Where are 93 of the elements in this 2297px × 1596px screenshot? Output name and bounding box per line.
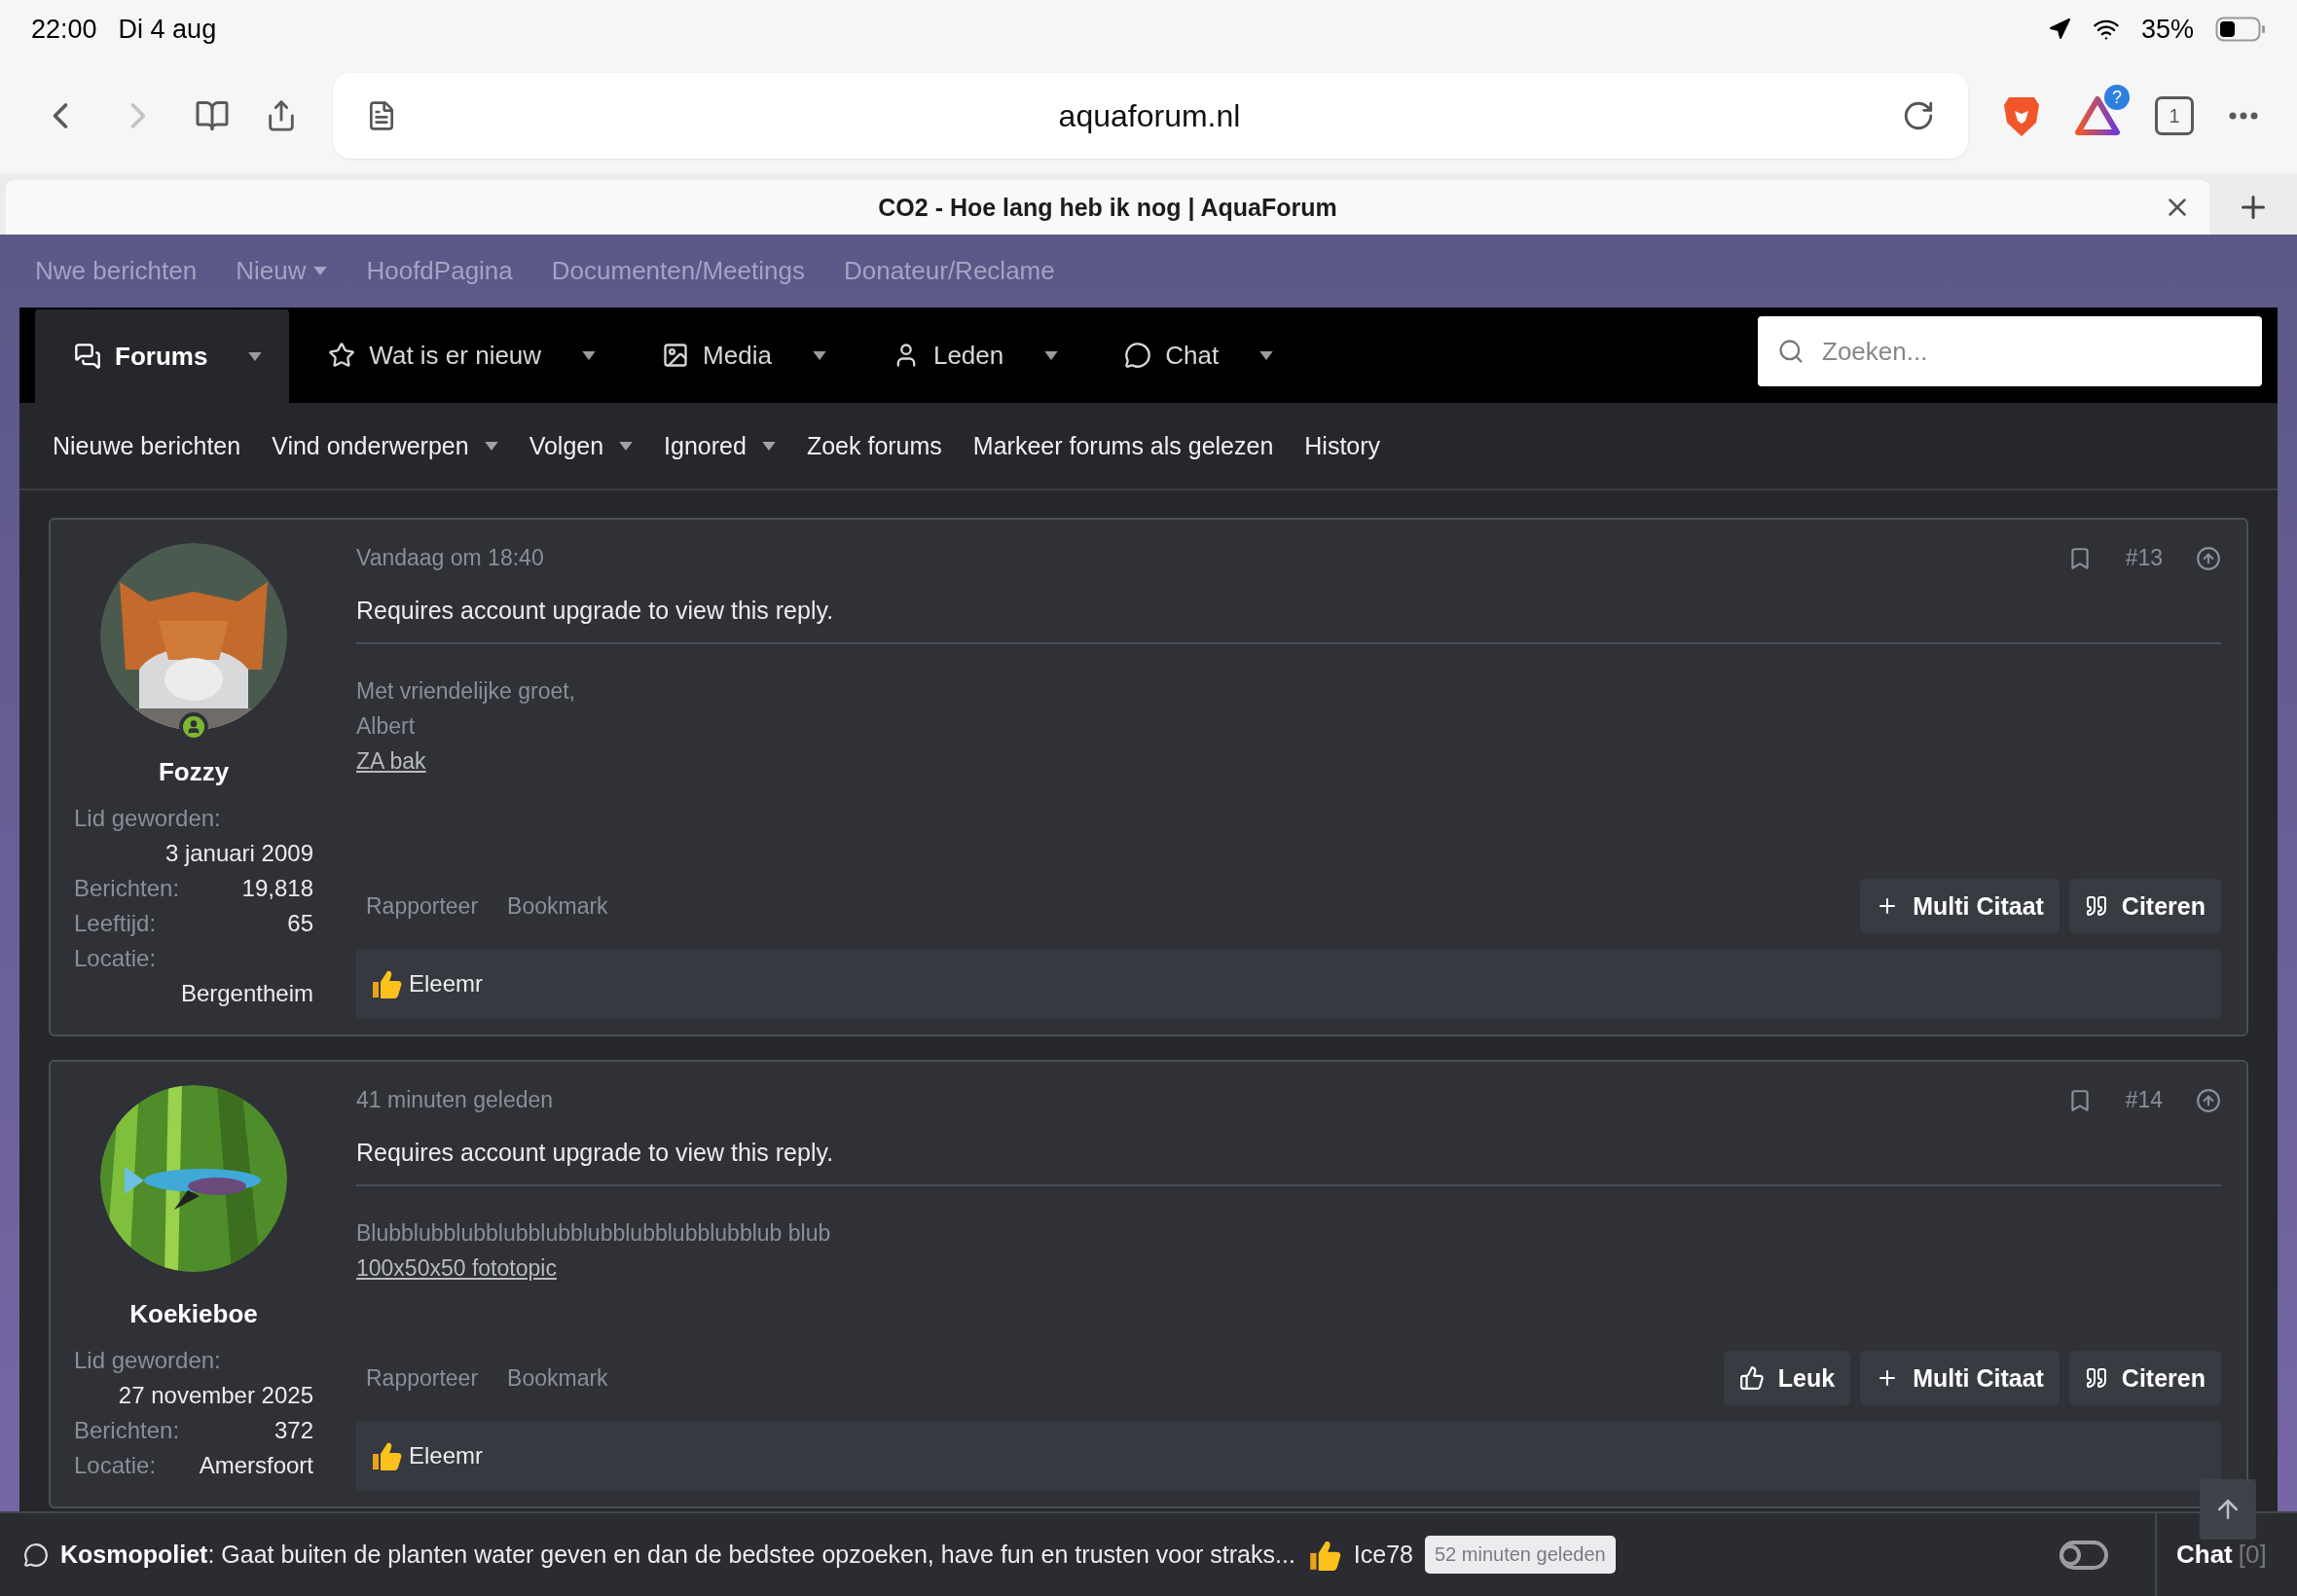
sub-nav-link[interactable]: Vind onderwerpen: [272, 431, 498, 460]
stat-value: Amersfoort: [199, 1451, 313, 1480]
username[interactable]: Fozzy: [74, 757, 313, 787]
post-action-link[interactable]: Rapporteer: [356, 1364, 489, 1392]
more-button[interactable]: [2229, 112, 2258, 120]
notification-badge: ?: [2104, 85, 2130, 110]
arrow-up-circle-icon[interactable]: [2196, 545, 2221, 571]
stat-label: Berichten:: [74, 1416, 180, 1445]
stat-value: 3 januari 2009: [164, 839, 313, 868]
chat-title[interactable]: Chat: [2176, 1540, 2233, 1570]
caret-icon: [1044, 350, 1059, 360]
toggle-switch[interactable]: [2060, 1540, 2108, 1570]
post-date: 41 minuten geleden: [356, 1087, 555, 1113]
caret-icon: [812, 350, 826, 360]
nav-tab[interactable]: Forums: [35, 309, 290, 403]
post-action-button[interactable]: Citeren: [2068, 1351, 2221, 1405]
nav-tab[interactable]: Leden: [853, 308, 1086, 403]
caret-icon: [484, 441, 498, 451]
sub-nav-link[interactable]: Markeer forums als gelezen: [972, 431, 1274, 460]
bookmarks-button[interactable]: [195, 98, 230, 133]
caret-icon: [313, 267, 328, 275]
browser-tab[interactable]: CO2 - Hoe lang heb ik nog | AquaForum: [6, 180, 2209, 235]
stat-label: Leeftijd:: [74, 909, 157, 938]
caret-icon: [1259, 350, 1274, 360]
battery-percentage: 35%: [2140, 14, 2194, 45]
nav-tab[interactable]: Wat is er nieuw: [289, 308, 624, 403]
caret-icon: [761, 441, 776, 451]
post-message: Requires account upgrade to view this reply.: [356, 597, 835, 625]
quote-icon: [2084, 1366, 2108, 1390]
nav-tab[interactable]: Chat: [1085, 308, 1301, 403]
quote-icon: [2084, 894, 2108, 918]
stat-label: Lid geworden:: [74, 1346, 222, 1375]
sub-nav-link[interactable]: Nieuwe berichten: [53, 431, 241, 460]
post-action-link[interactable]: Rapporteer: [356, 892, 489, 920]
signature-link[interactable]: 100x50x50 fototopic: [356, 1251, 557, 1286]
tabs-button[interactable]: 1: [2155, 96, 2194, 135]
thumbs-up-icon: [1738, 1365, 1765, 1391]
post-message: Requires account upgrade to view this reply.: [356, 1139, 835, 1167]
post-number[interactable]: #13: [2125, 545, 2163, 571]
stat-label: Locatie:: [74, 944, 158, 973]
status-time: 22:00: [31, 14, 97, 45]
more-icon: [2229, 112, 2258, 120]
battery-icon: [2215, 17, 2266, 42]
post-number[interactable]: #14: [2125, 1087, 2163, 1113]
post-action-link[interactable]: Bookmark: [497, 1364, 618, 1392]
signature-text: Met vriendelijke groet,: [356, 677, 576, 706]
signature-link[interactable]: ZA bak: [356, 744, 426, 779]
chat-count: [0]: [2238, 1540, 2267, 1570]
stat-label: Locatie:: [74, 1451, 157, 1480]
stat-label: Lid geworden:: [74, 804, 222, 833]
caret-icon: [248, 351, 263, 361]
stat-value: Bergentheim: [179, 979, 313, 1008]
sub-nav-link[interactable]: Ignored: [664, 431, 776, 460]
stat-value: 65: [287, 909, 313, 938]
reaction-user[interactable]: Eleemr: [409, 970, 484, 998]
location-icon: [2047, 18, 2071, 41]
scroll-to-top-button[interactable]: [2200, 1479, 2256, 1540]
sub-nav-link[interactable]: History: [1304, 431, 1381, 460]
time-badge: 52 minuten geleden: [1425, 1536, 1616, 1574]
stat-value: 372: [273, 1416, 313, 1445]
star-icon: [328, 342, 356, 369]
arrow-up-circle-icon[interactable]: [2196, 1087, 2221, 1113]
post-action-link[interactable]: Bookmark: [497, 892, 618, 920]
signature-text: Albert: [356, 712, 417, 741]
status-date: Di 4 aug: [118, 14, 217, 45]
post-date: Vandaag om 18:40: [356, 545, 545, 571]
post-action-button[interactable]: Multi Citaat: [1860, 1351, 2060, 1405]
post-action-button[interactable]: Citeren: [2068, 879, 2221, 933]
address-bar[interactable]: aquaforum.nl: [333, 73, 1968, 159]
chat-message: Kosmopoliet: Gaat buiten de planten water geven en dan de bedstee opzoeken, have fun en trusten voor straks...: [60, 1541, 1295, 1569]
stat-value: 19,818: [241, 874, 313, 903]
reload-icon[interactable]: [1902, 99, 1935, 132]
lion-icon[interactable]: [2003, 94, 2040, 137]
sub-nav-link[interactable]: Volgen: [529, 431, 634, 460]
chat-bubble-icon: [1124, 342, 1152, 369]
chat-bubble-icon: [23, 1542, 49, 1568]
caret-icon: [582, 350, 597, 360]
signature-text: Blubblubblubblubblubblubblubblubblubblub blub: [356, 1219, 832, 1248]
stat-label: Berichten:: [74, 874, 180, 903]
stat-value: 27 november 2025: [117, 1381, 313, 1410]
sub-nav-link[interactable]: Zoek forums: [806, 431, 942, 460]
chat-user[interactable]: Ice78: [1353, 1541, 1413, 1569]
search-field[interactable]: Zoeken...: [1758, 316, 2262, 386]
username[interactable]: Koekieboe: [74, 1299, 313, 1329]
post-action-button[interactable]: Multi Citaat: [1860, 879, 2060, 933]
chat-bubbles-icon: [74, 343, 101, 370]
post-action-button[interactable]: Leuk: [1723, 1351, 1851, 1405]
reaction-user[interactable]: Eleemr: [409, 1442, 484, 1469]
caret-icon: [619, 441, 634, 451]
search-icon: [1777, 338, 1805, 365]
nav-tab[interactable]: Media: [623, 308, 854, 403]
image-icon: [662, 342, 690, 369]
book-icon: [195, 98, 230, 133]
